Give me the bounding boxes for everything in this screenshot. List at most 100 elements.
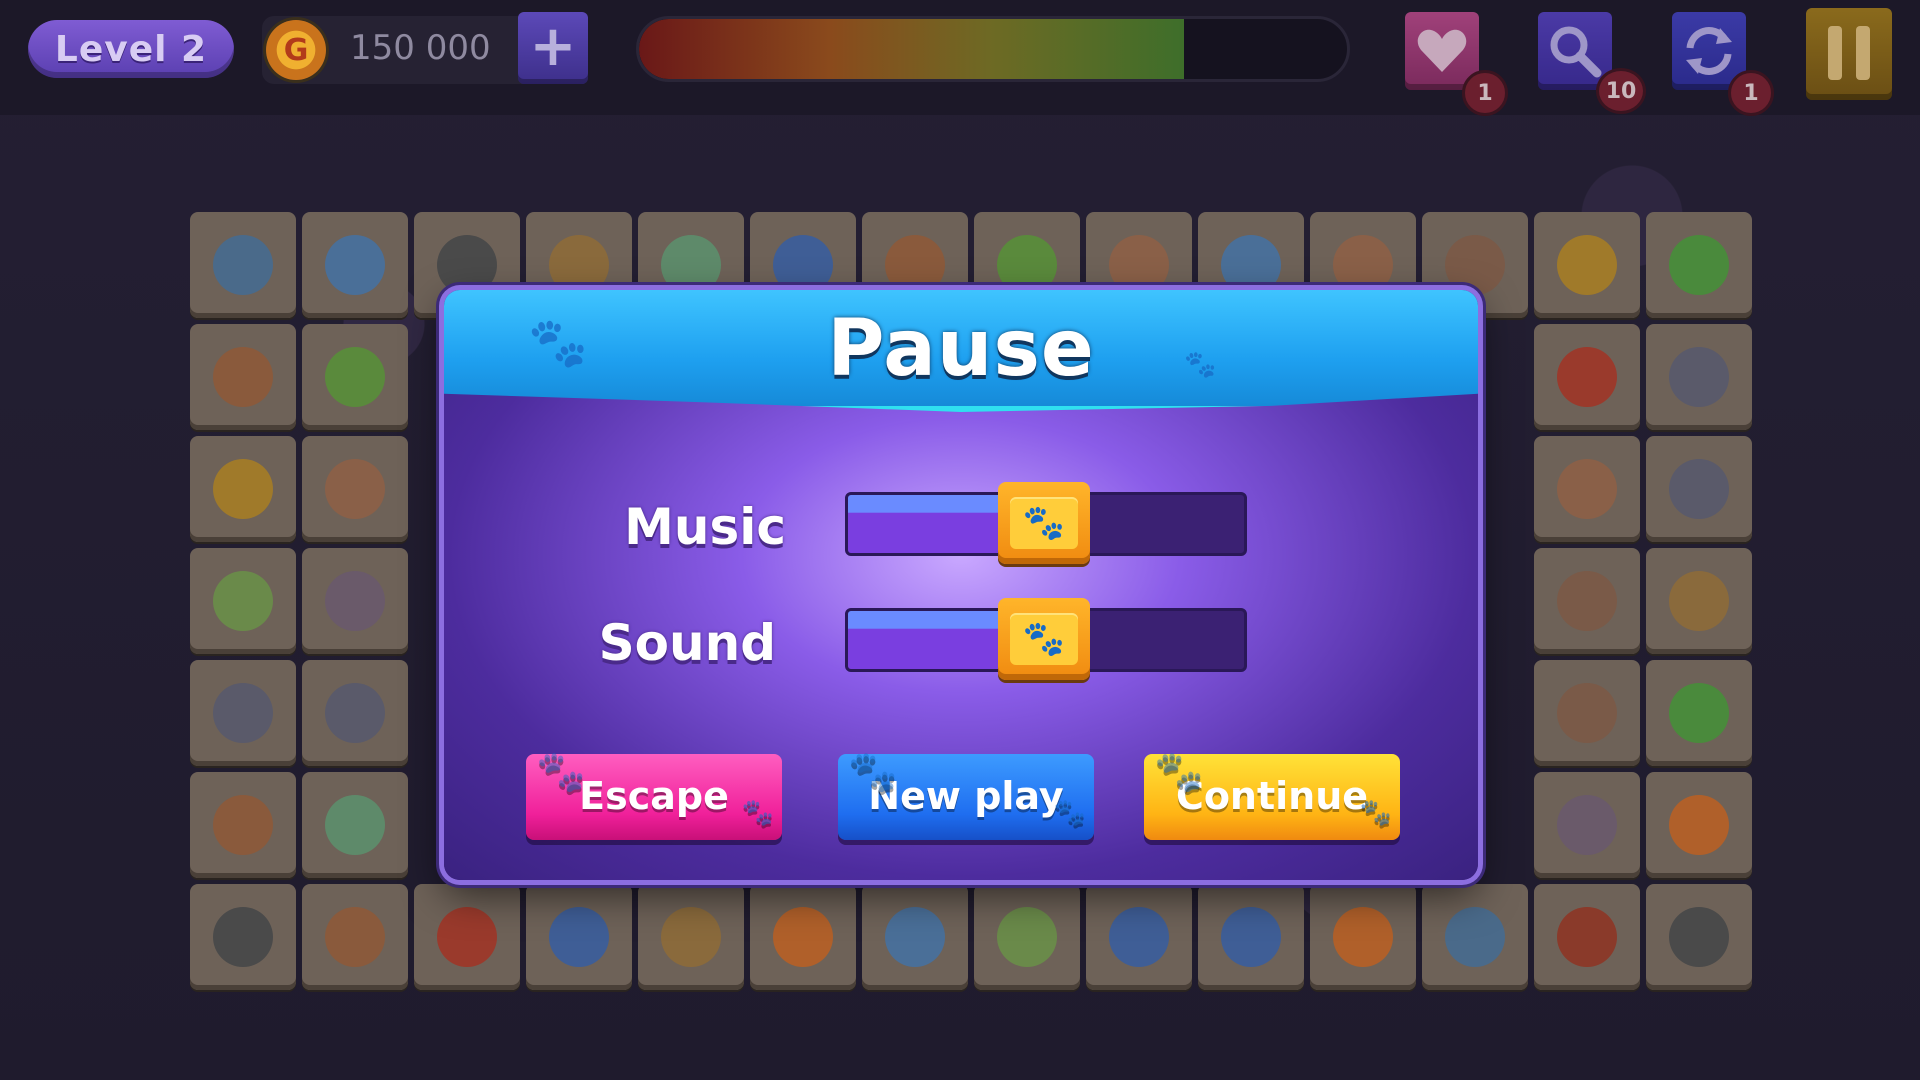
tile-whale[interactable] <box>526 884 632 990</box>
music-label: Music <box>624 498 786 556</box>
add-coins-button[interactable]: + <box>518 12 588 84</box>
tile-buffalo[interactable] <box>1646 884 1752 990</box>
top-hud: Level 2 G 150 000 + 1 10 1 <box>0 0 1920 116</box>
sound-slider-fill <box>848 611 1015 669</box>
escape-button-label: Escape <box>579 774 729 818</box>
tile-rhino[interactable] <box>190 548 296 654</box>
buffalo-icon <box>437 235 497 295</box>
snake-icon <box>1669 235 1729 295</box>
hint-count-badge: 10 <box>1596 68 1646 114</box>
tile-lion[interactable] <box>1534 212 1640 318</box>
rhino-icon <box>213 571 273 631</box>
fox-icon <box>773 907 833 967</box>
lion-icon <box>1557 235 1617 295</box>
monkey-icon <box>1557 683 1617 743</box>
tile-shark[interactable] <box>862 884 968 990</box>
lion-icon <box>213 459 273 519</box>
tile-horse[interactable] <box>1534 884 1640 990</box>
turtle-icon <box>325 795 385 855</box>
shuffle-count-badge: 1 <box>1728 70 1774 116</box>
tile-walrus[interactable] <box>190 212 296 318</box>
ostrich-icon <box>213 683 273 743</box>
tile-deer[interactable] <box>638 884 744 990</box>
continue-button-label: Continue <box>1175 774 1369 818</box>
pause-dialog: 🐾 🐾 Pause Music 🐾 Sound 🐾 🐾 Escape 🐾 🐾 N… <box>444 290 1478 880</box>
tile-raccoon[interactable] <box>1534 772 1640 878</box>
paw-icon: 🐾 <box>1009 613 1078 665</box>
whale-icon <box>1221 907 1281 967</box>
tile-raccoon[interactable] <box>302 548 408 654</box>
deer-icon <box>661 907 721 967</box>
shark-icon <box>885 907 945 967</box>
sound-slider-handle[interactable]: 🐾 <box>997 598 1090 680</box>
timer-bar <box>636 16 1350 82</box>
whale-icon <box>1109 907 1169 967</box>
continue-button[interactable]: 🐾 Continue 🐾 <box>1144 749 1400 840</box>
deer-icon <box>549 235 609 295</box>
buffalo-icon <box>1669 907 1729 967</box>
tile-crab[interactable] <box>1534 324 1640 430</box>
bear-icon <box>325 907 385 967</box>
tile-turtle[interactable] <box>302 772 408 878</box>
pause-button[interactable] <box>1806 8 1892 100</box>
crab-icon <box>1557 347 1617 407</box>
tile-rhino[interactable] <box>974 884 1080 990</box>
turtle-icon <box>661 235 721 295</box>
rhino-icon <box>997 907 1057 967</box>
paw-icon: 🐾 <box>1053 798 1086 828</box>
coin-icon: G <box>266 20 326 80</box>
paw-icon: 🐾 <box>741 798 774 828</box>
tile-ostrich[interactable] <box>1646 324 1752 430</box>
tile-monkey[interactable] <box>1534 548 1640 654</box>
shark-icon <box>325 235 385 295</box>
tile-ostrich[interactable] <box>1646 436 1752 542</box>
bear-icon <box>213 347 273 407</box>
escape-button[interactable]: 🐾 Escape 🐾 <box>526 749 782 840</box>
tile-fox[interactable] <box>1310 884 1416 990</box>
tile-fox[interactable] <box>750 884 856 990</box>
snail-icon <box>213 795 273 855</box>
paw-icon: 🐾 <box>1009 497 1078 549</box>
music-slider-handle[interactable]: 🐾 <box>997 482 1090 564</box>
whale-icon <box>773 235 833 295</box>
tile-monkey[interactable] <box>1534 660 1640 766</box>
walrus-icon <box>1445 907 1505 967</box>
tile-fox[interactable] <box>1646 772 1752 878</box>
tile-snail[interactable] <box>190 772 296 878</box>
tile-snake[interactable] <box>1646 660 1752 766</box>
heart-icon <box>1417 29 1467 72</box>
tile-ostrich[interactable] <box>302 660 408 766</box>
paw-icon: 🐾 <box>536 749 586 795</box>
crocodile-icon <box>325 347 385 407</box>
tile-bear[interactable] <box>190 324 296 430</box>
tile-owl[interactable] <box>1534 436 1640 542</box>
deer-icon <box>1669 571 1729 631</box>
tile-crocodile[interactable] <box>302 324 408 430</box>
tile-deer[interactable] <box>1646 548 1752 654</box>
paw-icon: 🐾 <box>1359 798 1392 828</box>
owl-icon <box>1109 235 1169 295</box>
refresh-icon <box>1686 27 1732 75</box>
ostrich-icon <box>1669 347 1729 407</box>
tile-shark[interactable] <box>302 212 408 318</box>
tile-whale[interactable] <box>1198 884 1304 990</box>
tile-snake[interactable] <box>1646 212 1752 318</box>
owl-icon <box>325 459 385 519</box>
buffalo-icon <box>213 907 273 967</box>
horse-icon <box>1557 907 1617 967</box>
tile-lion[interactable] <box>190 436 296 542</box>
dialog-title: Pause <box>827 304 1095 394</box>
tile-crab[interactable] <box>414 884 520 990</box>
tile-bear[interactable] <box>302 884 408 990</box>
tile-walrus[interactable] <box>1422 884 1528 990</box>
tile-owl[interactable] <box>302 436 408 542</box>
fox-icon <box>1669 795 1729 855</box>
paw-icon: 🐾 <box>848 749 898 795</box>
tile-whale[interactable] <box>1086 884 1192 990</box>
raccoon-icon <box>1557 795 1617 855</box>
monkey-icon <box>1557 571 1617 631</box>
new-play-button[interactable]: 🐾 New play 🐾 <box>838 749 1094 840</box>
pause-icon <box>1828 26 1842 80</box>
tile-buffalo[interactable] <box>190 884 296 990</box>
tile-ostrich[interactable] <box>190 660 296 766</box>
